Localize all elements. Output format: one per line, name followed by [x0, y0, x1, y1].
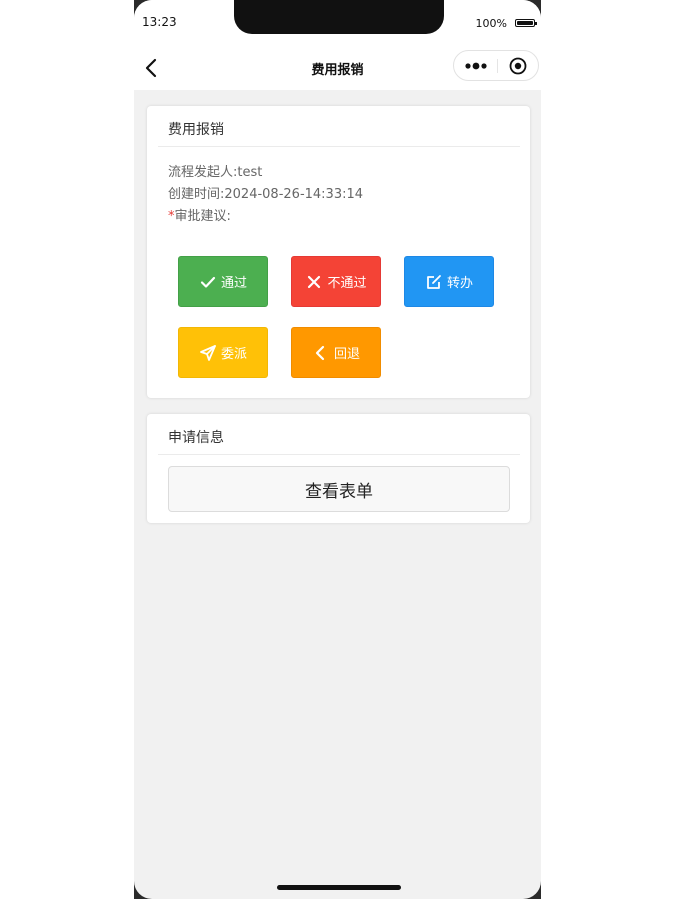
- chevron-left-icon: [315, 345, 325, 360]
- initiator-label: 流程发起人:: [168, 165, 238, 180]
- app-screen: 13:23 100% 费用报销 费用报销 流程发起人:test 创建时间:202…: [134, 0, 541, 899]
- initiator-value: test: [237, 165, 263, 180]
- pass-button[interactable]: 通过: [178, 256, 268, 307]
- approval-card-title: 费用报销: [168, 122, 224, 138]
- created-time-label: 创建时间:: [168, 187, 225, 202]
- initiator-line: 流程发起人:test: [168, 161, 262, 180]
- target-circle-icon[interactable]: [509, 57, 527, 75]
- phone-screen: 13:23 100% 费用报销 费用报销 流程发起人:test 创建时间:202…: [134, 0, 541, 899]
- transfer-button[interactable]: 转办: [404, 256, 494, 307]
- comment-label: 审批建议:: [174, 209, 231, 224]
- miniprogram-capsule: [453, 50, 539, 81]
- rollback-label: 回退: [333, 347, 360, 362]
- capsule-divider: [497, 59, 498, 73]
- delegate-label: 委派: [220, 347, 247, 362]
- pass-label: 通过: [220, 276, 247, 291]
- card-header: 申请信息: [158, 414, 520, 455]
- edit-icon: [427, 274, 441, 289]
- rollback-button[interactable]: 回退: [291, 327, 381, 378]
- battery-percent: 100%: [475, 17, 507, 30]
- battery-icon: [515, 19, 537, 27]
- reject-button[interactable]: 不通过: [291, 256, 381, 307]
- send-icon: [200, 344, 216, 361]
- close-icon: [308, 275, 321, 288]
- application-card: 申请信息 查看表单: [147, 414, 530, 523]
- view-form-button[interactable]: 查看表单: [168, 466, 510, 512]
- delegate-button[interactable]: 委派: [178, 327, 268, 378]
- created-time-line: 创建时间:2024-08-26-14:33:14: [168, 183, 363, 202]
- card-header: 费用报销: [158, 106, 520, 147]
- home-indicator: [277, 885, 401, 890]
- status-time: 13:23: [142, 15, 177, 29]
- transfer-label: 转办: [446, 276, 473, 291]
- approval-card: 费用报销 流程发起人:test 创建时间:2024-08-26-14:33:14…: [147, 106, 530, 398]
- nav-bar: 费用报销: [134, 44, 541, 90]
- created-time-value: 2024-08-26-14:33:14: [224, 187, 364, 202]
- more-dots-icon[interactable]: [464, 59, 490, 73]
- status-bar: 13:23 100%: [134, 0, 541, 44]
- check-icon: [200, 276, 216, 288]
- reject-label: 不通过: [327, 276, 367, 291]
- application-card-title: 申请信息: [168, 430, 224, 446]
- camera-notch: [234, 0, 444, 34]
- approval-comment-label: *审批建议:: [168, 205, 231, 224]
